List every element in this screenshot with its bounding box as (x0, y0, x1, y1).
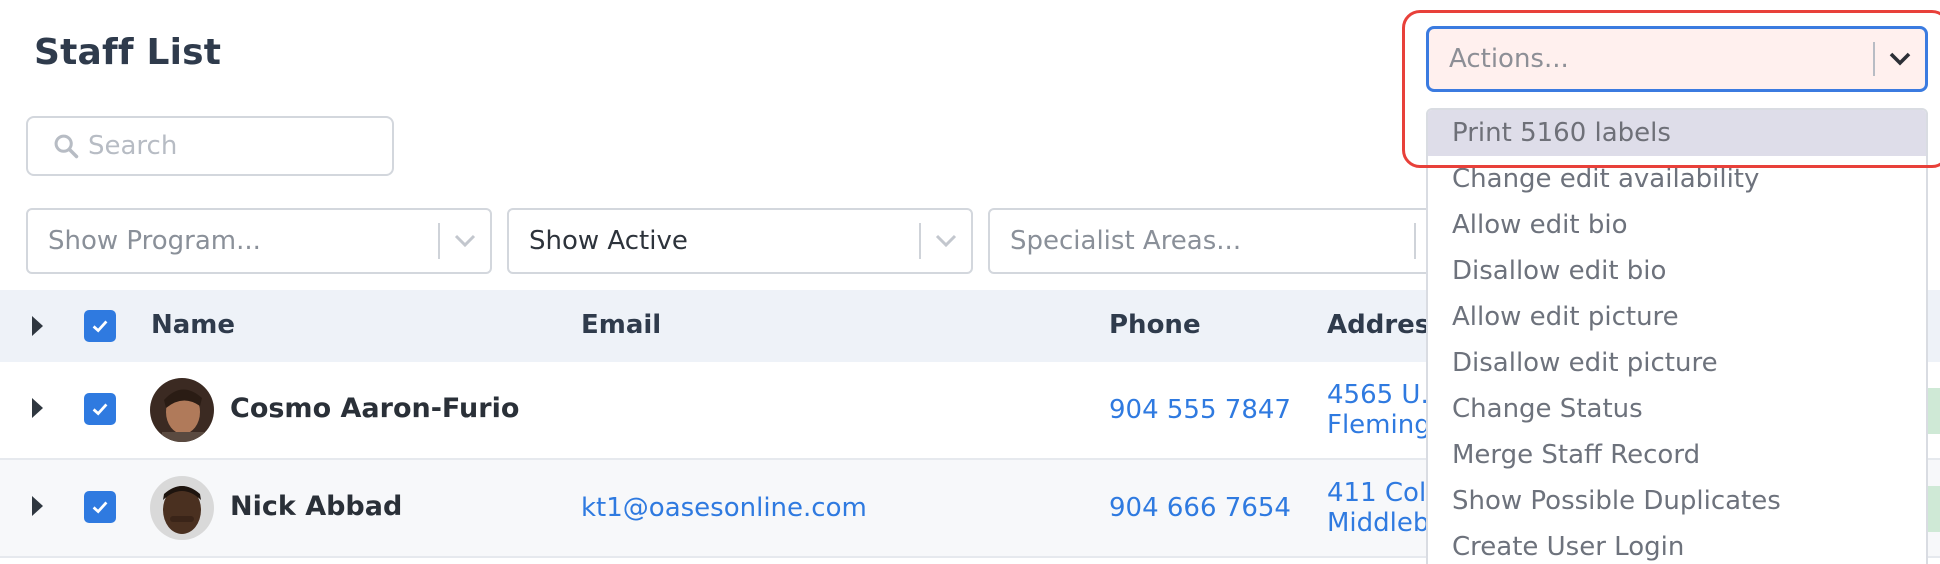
address-line-2: Middleb (1327, 508, 1430, 538)
check-icon (92, 403, 108, 416)
actions-placeholder: Actions... (1449, 44, 1569, 74)
menu-item-disallow-edit-picture[interactable]: Disallow edit picture (1428, 340, 1926, 386)
expand-all-icon[interactable] (32, 316, 43, 336)
column-header-email[interactable]: Email (581, 310, 661, 340)
active-filter-select[interactable]: Show Active (507, 208, 973, 274)
menu-item-change-status[interactable]: Change Status (1428, 386, 1926, 432)
staff-phone[interactable]: 904 666 7654 (1109, 493, 1291, 523)
check-icon (92, 501, 108, 514)
expand-row-icon[interactable] (32, 496, 43, 516)
staff-name[interactable]: Cosmo Aaron-Furio (230, 393, 519, 424)
staff-address[interactable]: 411 Coll Middleb (1327, 478, 1433, 538)
staff-email[interactable]: kt1@oasesonline.com (581, 493, 867, 523)
search-icon (54, 134, 79, 159)
menu-item-create-user-login[interactable]: Create User Login (1428, 524, 1926, 564)
expand-row-icon[interactable] (32, 398, 43, 418)
avatar (150, 378, 214, 442)
actions-menu: Print 5160 labels Change edit availabili… (1426, 108, 1928, 564)
check-icon (92, 320, 108, 333)
address-line-1: 411 Coll (1327, 478, 1434, 508)
active-filter-value: Show Active (529, 226, 688, 256)
actions-select[interactable]: Actions... (1426, 26, 1928, 92)
search-input[interactable]: Search (26, 116, 394, 176)
row-checkbox[interactable] (84, 393, 116, 425)
chevron-down-icon[interactable] (1875, 51, 1925, 67)
menu-item-allow-edit-bio[interactable]: Allow edit bio (1428, 202, 1926, 248)
search-placeholder: Search (88, 131, 178, 161)
menu-item-show-possible-duplicates[interactable]: Show Possible Duplicates (1428, 478, 1926, 524)
specialist-areas-select[interactable]: Specialist Areas... (988, 208, 1468, 274)
menu-item-allow-edit-picture[interactable]: Allow edit picture (1428, 294, 1926, 340)
chevron-down-icon[interactable] (440, 234, 490, 248)
program-filter-select[interactable]: Show Program... (26, 208, 492, 274)
select-all-checkbox[interactable] (84, 310, 116, 342)
page-title: Staff List (34, 32, 222, 73)
specialist-areas-placeholder: Specialist Areas... (1010, 226, 1242, 256)
menu-item-print-labels[interactable]: Print 5160 labels (1428, 110, 1926, 156)
menu-item-disallow-edit-bio[interactable]: Disallow edit bio (1428, 248, 1926, 294)
avatar (150, 476, 214, 540)
chevron-down-icon[interactable] (921, 234, 971, 248)
menu-item-merge-staff-record[interactable]: Merge Staff Record (1428, 432, 1926, 478)
column-header-name[interactable]: Name (151, 310, 235, 340)
staff-phone[interactable]: 904 555 7847 (1109, 395, 1291, 425)
program-filter-placeholder: Show Program... (48, 226, 261, 256)
status-indicator (1926, 388, 1940, 434)
staff-name[interactable]: Nick Abbad (230, 491, 402, 522)
menu-item-change-edit-availability[interactable]: Change edit availability (1428, 156, 1926, 202)
row-checkbox[interactable] (84, 491, 116, 523)
column-header-phone[interactable]: Phone (1109, 310, 1201, 340)
status-indicator (1926, 486, 1940, 532)
